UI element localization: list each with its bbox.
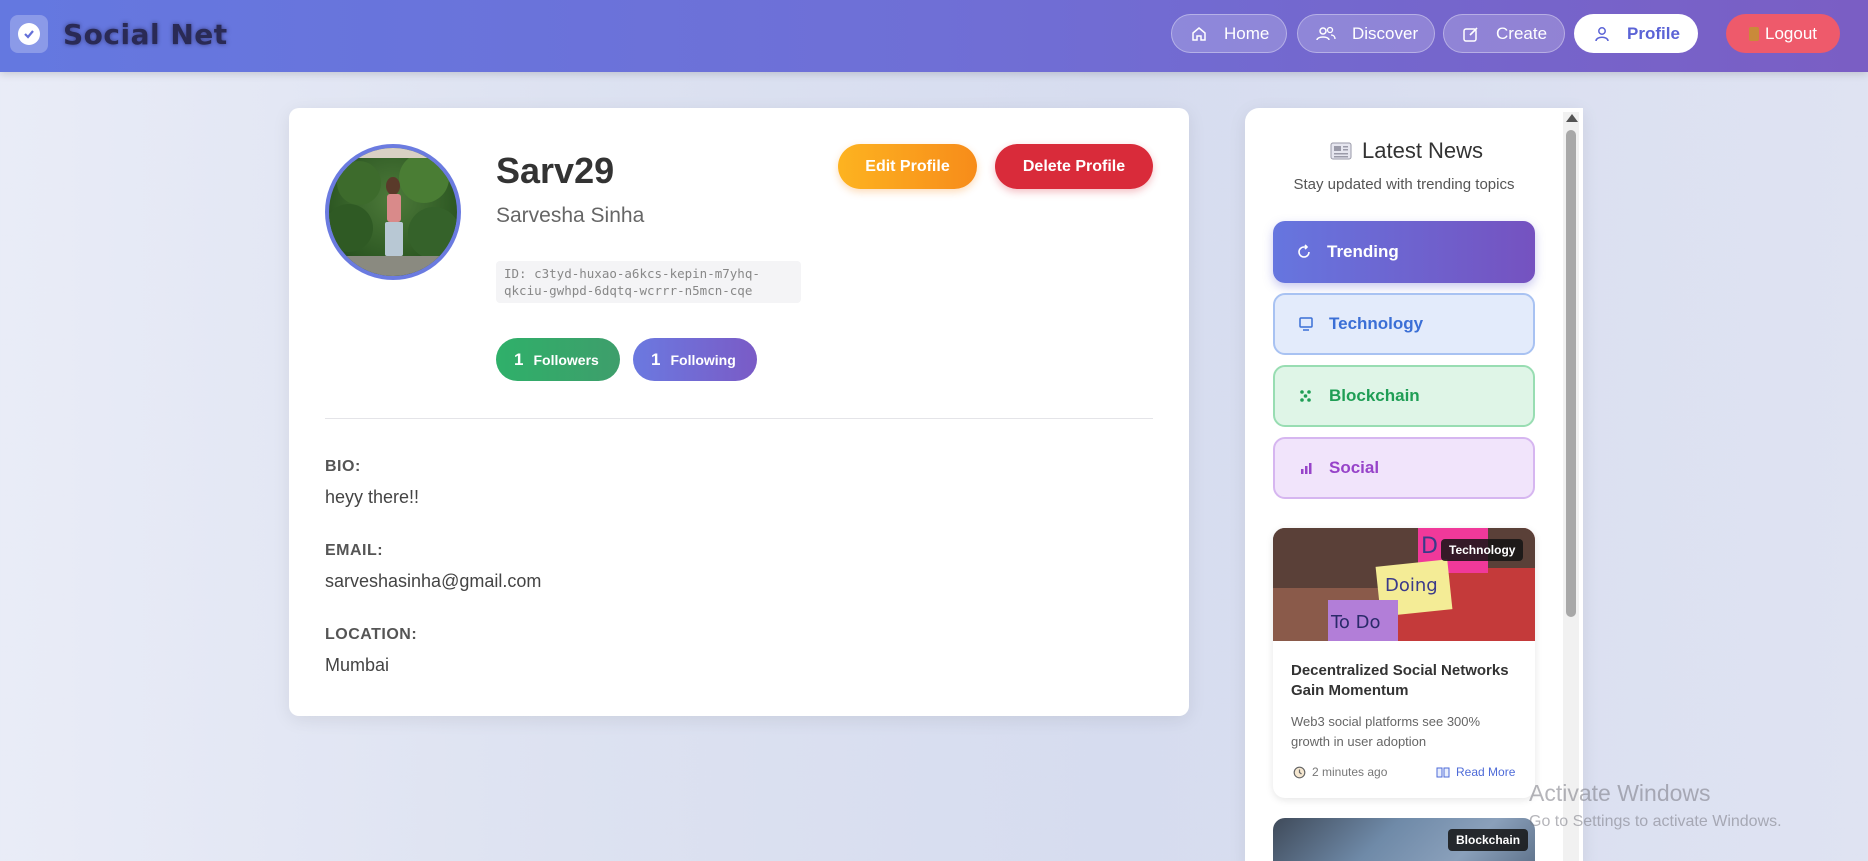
nav-discover-button[interactable]: Discover	[1297, 14, 1435, 53]
monitor-icon	[1299, 317, 1313, 331]
profile-username: Sarv29	[496, 150, 615, 191]
door-icon	[1749, 26, 1759, 41]
profile-full-name: Sarvesha Sinha	[496, 204, 645, 227]
bio-value: heyy there!!	[325, 487, 420, 507]
news-article-card[interactable]: Doing To Do D Technology Decentralized S…	[1273, 528, 1535, 798]
category-technology[interactable]: Technology	[1273, 293, 1535, 355]
edit-icon	[1463, 26, 1478, 42]
avatar	[325, 144, 461, 280]
followers-label: Followers	[533, 351, 599, 368]
divider	[325, 418, 1153, 419]
delete-profile-button[interactable]: Delete Profile	[995, 144, 1153, 189]
book-icon	[1436, 767, 1450, 778]
article-time-text: 2 minutes ago	[1312, 765, 1388, 779]
profile-id: ID: c3tyd-huxao-a6kcs-kepin-m7yhq-qkciu-…	[496, 261, 801, 303]
article-title[interactable]: Decentralized Social Networks Gain Momen…	[1291, 661, 1523, 701]
svg-text:Doing: Doing	[1385, 575, 1438, 596]
profile-card: Sarv29 Sarvesha Sinha ID: c3tyd-huxao-a6…	[289, 108, 1189, 716]
logout-label: Logout	[1765, 23, 1817, 43]
category-social[interactable]: Social	[1273, 437, 1535, 499]
brand-name[interactable]: Social Net	[63, 18, 228, 51]
article-time: 2 minutes ago	[1293, 765, 1387, 779]
bio-label: BIO:	[325, 458, 361, 475]
news-title-text: Latest News	[1362, 138, 1484, 163]
newspaper-icon	[1330, 142, 1352, 160]
category-blockchain[interactable]: Blockchain	[1273, 365, 1535, 427]
category-label: Blockchain	[1329, 386, 1420, 405]
home-icon	[1192, 26, 1206, 41]
nav-create-button[interactable]: Create	[1443, 14, 1565, 53]
refresh-icon	[1298, 244, 1310, 258]
windows-activation-subtitle: Go to Settings to activate Windows.	[1529, 813, 1782, 830]
news-subtitle: Stay updated with trending topics	[1293, 176, 1515, 193]
top-navbar: Social Net Home Discover Create Profile …	[0, 0, 1868, 72]
article-category-badge: Technology	[1441, 539, 1524, 561]
following-label: Following	[670, 351, 736, 368]
category-label: Technology	[1329, 314, 1424, 333]
read-more-link[interactable]: Read More	[1436, 765, 1515, 779]
category-label: Social	[1329, 458, 1380, 477]
users-icon	[1316, 26, 1336, 40]
following-button[interactable]: 1 Following	[633, 338, 757, 381]
logout-button[interactable]: Logout	[1726, 14, 1840, 53]
scroll-up-icon[interactable]	[1566, 114, 1578, 122]
nav-create-label: Create	[1496, 23, 1548, 43]
news-article-card[interactable]: Blockchain	[1273, 818, 1535, 861]
location-label: LOCATION:	[325, 626, 418, 643]
scrollbar-thumb[interactable]	[1566, 130, 1576, 617]
nav-profile-button[interactable]: Profile	[1574, 14, 1698, 53]
nav-discover-label: Discover	[1352, 23, 1419, 43]
followers-count: 1	[514, 349, 524, 369]
category-trending[interactable]: Trending	[1273, 221, 1535, 283]
dots-icon	[1300, 390, 1311, 402]
chart-icon	[1301, 463, 1312, 474]
svg-text:D: D	[1421, 534, 1438, 559]
location-value: Mumbai	[325, 655, 390, 675]
following-count: 1	[651, 349, 661, 369]
followers-button[interactable]: 1 Followers	[496, 338, 620, 381]
nav-home-label: Home	[1224, 23, 1270, 43]
nav-profile-label: Profile	[1627, 23, 1680, 43]
email-value: sarveshasinha@gmail.com	[325, 571, 542, 591]
edit-profile-button[interactable]: Edit Profile	[838, 144, 977, 189]
windows-activation-title: Activate Windows	[1529, 780, 1711, 806]
nav-home-button[interactable]: Home	[1171, 14, 1287, 53]
article-description: Web3 social platforms see 300% growth in…	[1291, 714, 1481, 749]
category-label: Trending	[1327, 242, 1399, 261]
email-label: EMAIL:	[325, 542, 384, 559]
svg-text:To Do: To Do	[1330, 612, 1381, 633]
news-title: Latest News	[1330, 138, 1483, 164]
article-category-badge: Blockchain	[1448, 829, 1529, 851]
user-icon	[1595, 26, 1609, 41]
read-more-text: Read More	[1456, 765, 1516, 779]
clock-icon	[1293, 766, 1306, 778]
brand-logo-icon[interactable]	[10, 15, 48, 53]
